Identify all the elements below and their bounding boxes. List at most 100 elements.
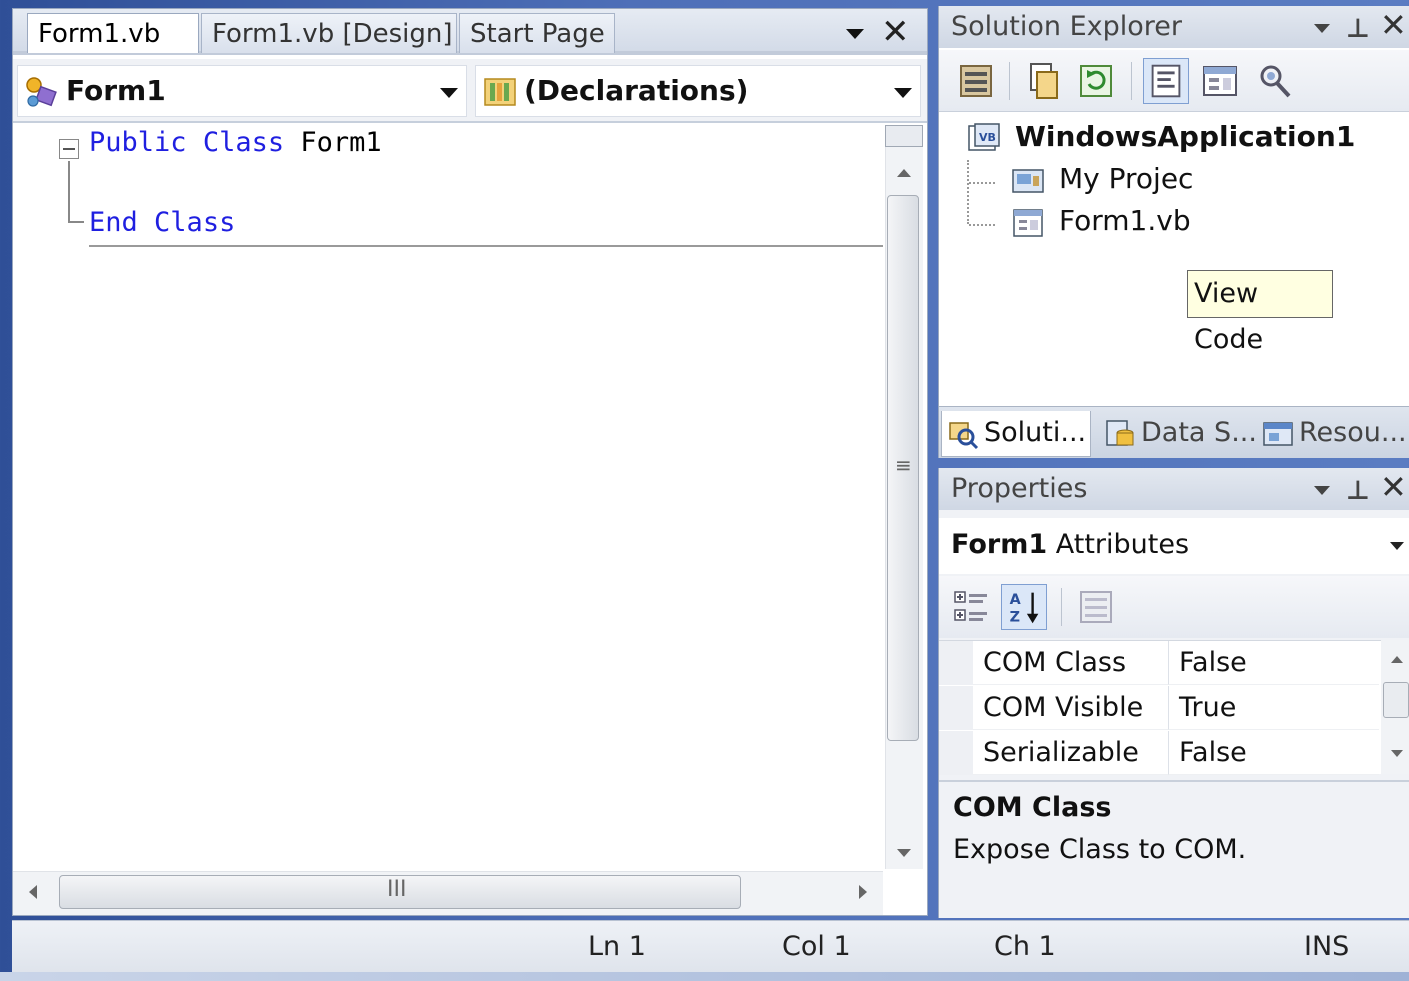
status-character: Ch 1 — [994, 931, 1056, 962]
keyword: Class — [154, 207, 236, 238]
chevron-down-icon[interactable] — [440, 88, 458, 98]
property-name[interactable]: Serializable — [973, 731, 1169, 775]
status-line: Ln 1 — [588, 931, 646, 962]
alphabetical-sort-icon[interactable]: A Z — [1001, 584, 1047, 630]
pane-title: Solution Explorer — [951, 11, 1182, 42]
properties-toolbar: A Z — [939, 576, 1409, 638]
categorized-icon[interactable] — [949, 584, 995, 630]
scroll-down-icon[interactable] — [897, 849, 911, 857]
close-document-icon[interactable]: ✕ — [881, 13, 910, 51]
keyword: End — [89, 207, 138, 238]
tab-form1-design[interactable]: Form1.vb [Design] — [201, 13, 457, 53]
pane-buttons: ⊥ ✕ — [1300, 6, 1409, 48]
tree-node-my-project[interactable]: My Projec — [1059, 162, 1193, 195]
scroll-down-icon[interactable] — [1391, 750, 1403, 757]
description-text: Expose Class to COM. — [953, 834, 1247, 865]
navigation-bar: Form1 (Declarations) — [13, 59, 927, 123]
status-bar: Ln 1 Col 1 Ch 1 INS — [12, 920, 1409, 972]
solution-explorer-icon — [949, 422, 979, 450]
status-column: Col 1 — [782, 931, 851, 962]
class-icon — [26, 77, 57, 107]
outline-line — [68, 221, 84, 223]
keyword: Public — [89, 127, 187, 158]
window-position-dropdown-icon[interactable] — [1314, 486, 1330, 495]
solution-tree: VB WindowsApplication1 My Projec Form1.v… — [939, 112, 1409, 402]
tab-list-dropdown-icon[interactable] — [843, 21, 867, 45]
keyword: Class — [202, 127, 285, 158]
vb-project-icon: VB — [968, 123, 1000, 151]
declarations-icon — [484, 78, 516, 106]
class-combo-value: Form1 — [66, 74, 166, 107]
tree-node-project[interactable]: WindowsApplication1 — [1015, 120, 1355, 153]
pin-icon[interactable]: ⊥ — [1346, 470, 1370, 512]
property-name[interactable]: COM Visible — [973, 686, 1169, 730]
scroll-up-icon[interactable] — [897, 169, 911, 177]
tab-form1-vb[interactable]: Form1.vb — [27, 13, 199, 53]
taskbar-edge — [0, 972, 1409, 981]
identifier: Form1 — [300, 127, 382, 158]
properties-title-bar: Properties ⊥ ✕ — [939, 468, 1409, 510]
document-tab-strip: Form1.vb Form1.vb [Design] Start Page ✕ — [13, 9, 927, 55]
property-row[interactable]: Serializable False — [939, 731, 1379, 775]
tab-start-page[interactable]: Start Page — [459, 13, 615, 53]
property-value[interactable]: True — [1169, 686, 1379, 730]
split-handle[interactable] — [885, 125, 923, 147]
property-name[interactable]: COM Class — [973, 641, 1169, 685]
data-sources-icon — [1106, 420, 1134, 446]
scroll-grip-icon: III — [387, 877, 407, 902]
scroll-up-icon[interactable] — [1391, 656, 1403, 663]
tab-resource-view[interactable]: Resou... — [1257, 411, 1407, 457]
explorer-tab-strip: Soluti... Data S... Resou... — [939, 406, 1409, 458]
object-selector-combo[interactable]: Form1 Attributes — [939, 518, 1409, 574]
close-icon[interactable]: ✕ — [1380, 4, 1407, 46]
close-icon[interactable]: ✕ — [1380, 466, 1407, 508]
class-view-icon[interactable] — [1253, 58, 1299, 104]
tooltip: View Code — [1187, 270, 1333, 355]
object-type: Attributes — [1055, 529, 1190, 560]
pin-icon[interactable]: ⊥ — [1346, 8, 1370, 50]
scroll-left-icon[interactable] — [29, 885, 37, 899]
form-file-icon — [1013, 209, 1043, 237]
property-row[interactable]: COM Visible True — [939, 686, 1379, 730]
property-pages-icon[interactable] — [1073, 584, 1119, 630]
view-code-icon[interactable] — [1143, 58, 1189, 104]
toolbar-separator — [1061, 588, 1062, 626]
window-position-dropdown-icon[interactable] — [1314, 24, 1330, 33]
status-insert-mode: INS — [1304, 931, 1350, 962]
code-text-area[interactable]: Public Class Form1 End Class — [13, 125, 883, 869]
svg-text:VB: VB — [979, 131, 996, 144]
solution-explorer-pane: Solution Explorer ⊥ ✕ VB WindowsApplicat… — [938, 6, 1409, 458]
svg-text:Z: Z — [1010, 609, 1020, 625]
tab-solution-explorer[interactable]: Soluti... — [941, 411, 1091, 457]
solution-explorer-title-bar: Solution Explorer ⊥ ✕ — [939, 6, 1409, 48]
tab-label: Data S... — [1141, 417, 1257, 448]
scroll-grip-icon: ≡ — [895, 453, 912, 477]
tree-connector — [967, 160, 969, 224]
property-row[interactable]: COM Class False — [939, 641, 1379, 685]
toolbar-separator — [1009, 62, 1010, 100]
method-name-combo[interactable]: (Declarations) — [475, 65, 921, 117]
pane-title: Properties — [951, 473, 1088, 504]
refresh-icon[interactable] — [1073, 58, 1119, 104]
property-value[interactable]: False — [1169, 641, 1379, 685]
show-all-files-icon[interactable] — [1021, 58, 1067, 104]
chevron-down-icon[interactable] — [894, 88, 912, 98]
my-project-icon — [1012, 169, 1044, 193]
chevron-down-icon[interactable] — [1390, 542, 1404, 550]
code-line: End Class — [89, 207, 235, 238]
property-scroll-thumb[interactable] — [1383, 682, 1409, 718]
properties-pane: Properties ⊥ ✕ Form1 Attributes A Z COM … — [938, 468, 1409, 918]
tree-connector — [969, 182, 995, 184]
view-designer-icon[interactable] — [1197, 58, 1243, 104]
tree-node-form1[interactable]: Form1.vb — [1059, 204, 1191, 237]
description-title: COM Class — [953, 792, 1112, 823]
property-value[interactable]: False — [1169, 731, 1379, 775]
scroll-right-icon[interactable] — [859, 885, 867, 899]
member-combo-value: (Declarations) — [524, 74, 749, 107]
collapse-outline-icon[interactable] — [59, 139, 79, 159]
class-name-combo[interactable]: Form1 — [17, 65, 467, 117]
properties-icon[interactable] — [953, 58, 999, 104]
row-margin — [939, 686, 973, 730]
tab-data-sources[interactable]: Data S... — [1099, 411, 1257, 457]
solution-explorer-toolbar — [939, 50, 1409, 112]
